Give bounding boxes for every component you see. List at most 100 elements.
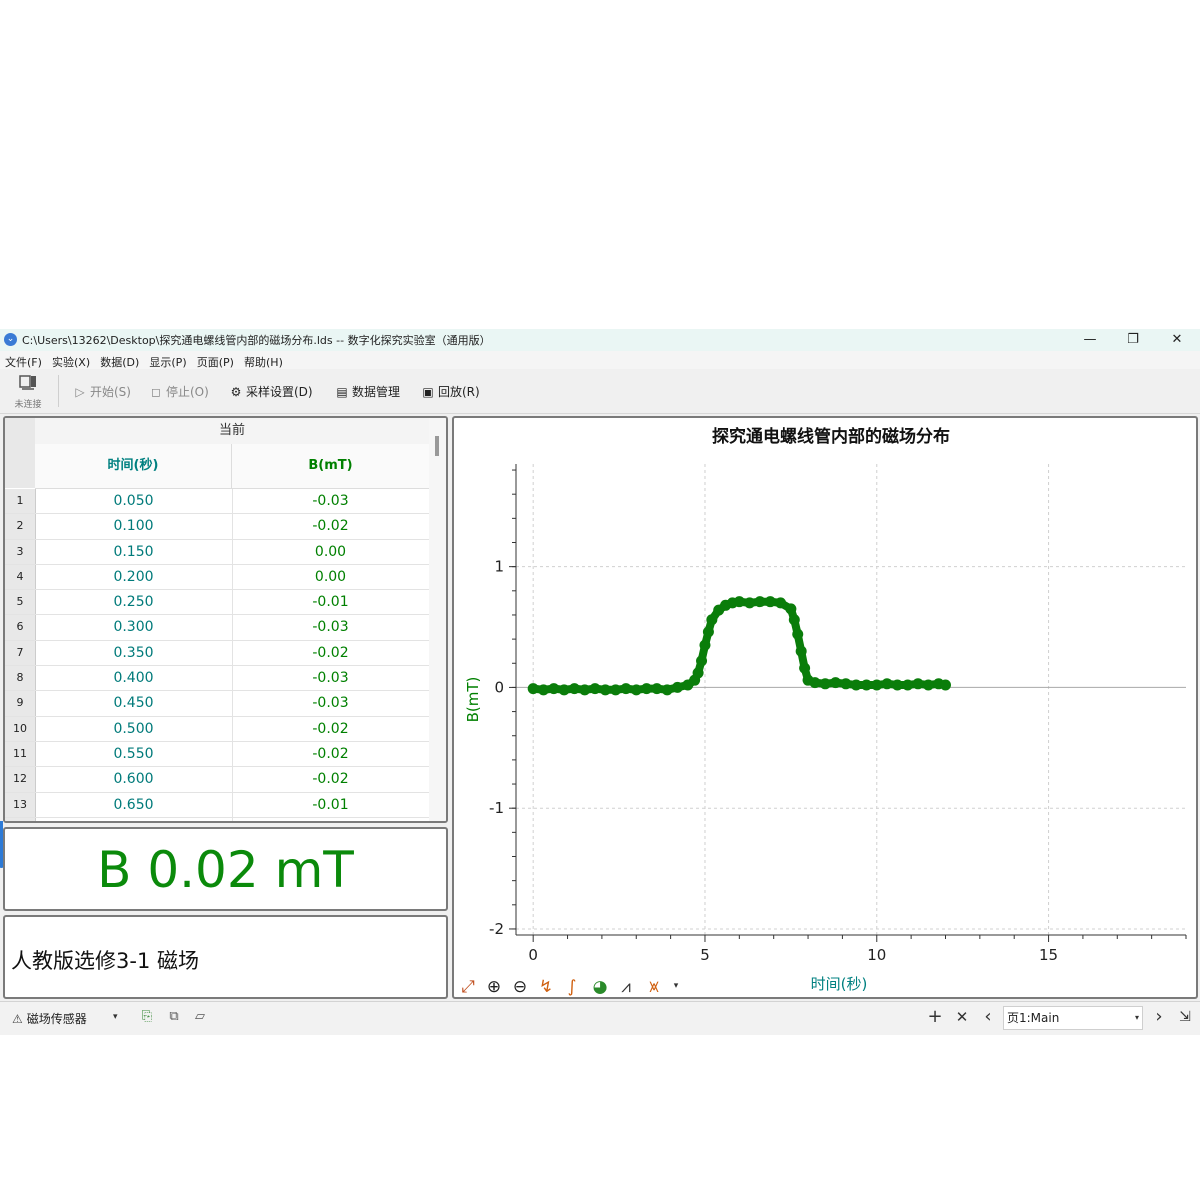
playback-button[interactable]: ▣ 回放(R) [420, 382, 479, 402]
copy-page-icon[interactable]: ⧉ [166, 1009, 182, 1025]
sensor-item[interactable]: ⚠ 磁场传感器 [12, 1010, 87, 1027]
data-point[interactable] [809, 677, 821, 689]
scrollbar-thumb[interactable] [435, 436, 439, 456]
cell-b[interactable]: -0.03 [232, 489, 429, 513]
close-button[interactable]: ✕ [1155, 329, 1199, 351]
data-point[interactable] [548, 683, 560, 695]
table-row[interactable]: 140.700-0.02 [5, 817, 429, 821]
data-point[interactable] [795, 645, 807, 657]
export-icon[interactable]: ⇲ [1176, 1009, 1194, 1025]
cell-b[interactable]: -0.03 [232, 615, 429, 639]
data-point[interactable] [850, 679, 862, 691]
data-point[interactable] [775, 597, 787, 609]
next-page-icon[interactable]: › [1150, 1006, 1168, 1027]
data-point[interactable] [860, 679, 872, 691]
data-point[interactable] [568, 683, 580, 695]
chart-svg[interactable]: 探究通电螺线管内部的磁场分布0 5 10 1510-1-2时间(秒)B(mT)⤢ ⊕ ⊖ ↯… [454, 418, 1196, 997]
table-row[interactable]: 2 0.100 -0.02 [5, 514, 429, 540]
data-point[interactable] [599, 684, 611, 696]
page-select[interactable]: 页1:Main ▾ [1003, 1006, 1143, 1030]
data-point[interactable] [630, 684, 642, 696]
data-point[interactable] [912, 678, 924, 690]
table-row[interactable]: 6 0.300 -0.03 [5, 615, 429, 641]
minimize-button[interactable]: — [1068, 329, 1112, 351]
cell-b[interactable]: -0.02 [232, 717, 429, 741]
table-row[interactable]: 13 0.650 -0.01 [5, 792, 429, 818]
data-point[interactable] [754, 596, 766, 608]
cell-b[interactable]: -0.03 [232, 666, 429, 690]
fit-icon[interactable]: ⤢ [461, 977, 475, 997]
column-header-time[interactable]: 时间(秒) [35, 444, 232, 488]
data-point[interactable] [610, 684, 622, 696]
cell-time[interactable]: 0.150 [35, 539, 233, 564]
table-row[interactable]: 5 0.250 -0.01 [5, 590, 429, 616]
peak-icon[interactable]: ⩙ [649, 977, 659, 997]
cell-b[interactable]: -0.03 [232, 691, 429, 715]
prev-page-icon[interactable]: ‹ [979, 1006, 997, 1027]
data-point[interactable] [891, 679, 903, 691]
data-point[interactable] [792, 628, 804, 640]
new-page-icon[interactable]: ⎘ [139, 1009, 155, 1025]
cell-time[interactable]: 0.650 [35, 792, 233, 817]
delete-page-icon[interactable]: ✕ [953, 1008, 971, 1026]
pie-icon[interactable]: ◕ [593, 977, 608, 997]
data-point[interactable] [661, 684, 673, 696]
stop-button[interactable]: ◻ 停止(O) [148, 382, 209, 402]
data-point[interactable] [641, 683, 653, 695]
note-text[interactable]: 人教版选修3-1 磁场 [11, 945, 199, 975]
data-point[interactable] [788, 614, 800, 626]
data-point[interactable] [589, 683, 601, 695]
start-button[interactable]: ▷ 开始(S) [72, 382, 131, 402]
data-point[interactable] [785, 603, 797, 615]
zoom-in-icon[interactable]: ⊕ [487, 977, 501, 997]
maximize-button[interactable]: ❐ [1111, 329, 1155, 351]
cell-time[interactable]: 0.200 [35, 564, 233, 590]
cell-b[interactable]: -0.02 [232, 641, 429, 665]
cell-time[interactable]: 0.250 [35, 590, 233, 615]
table-row[interactable]: 11 0.550 -0.02 [5, 741, 429, 768]
table-row[interactable]: 10 0.500 -0.02 [5, 716, 429, 742]
data-point[interactable] [620, 683, 632, 695]
table-row[interactable]: 12 0.600 -0.02 [5, 767, 429, 793]
data-point[interactable] [671, 681, 683, 693]
cell-b[interactable]: -0.02 [232, 767, 429, 791]
data-point[interactable] [922, 679, 934, 691]
table-row[interactable]: 1 0.050 -0.03 [5, 489, 429, 515]
add-page-icon[interactable]: + [926, 1006, 944, 1027]
data-point[interactable] [527, 683, 539, 695]
cell-b[interactable]: 0.00 [232, 540, 429, 564]
table-row[interactable]: 4 0.200 0.00 [5, 564, 429, 591]
data-point[interactable] [702, 626, 714, 638]
table-row[interactable]: 7 0.350 -0.02 [5, 640, 429, 667]
table-row[interactable]: 9 0.450 -0.03 [5, 691, 429, 717]
data-manage-button[interactable]: ▤ 数据管理 [334, 382, 400, 402]
tangent-icon[interactable]: ↯ [539, 977, 553, 997]
sampling-settings-button[interactable]: ⚙ 采样设置(D) [228, 382, 313, 402]
zoom-out-icon[interactable]: ⊖ [513, 977, 527, 997]
data-point[interactable] [651, 683, 663, 695]
cell-time[interactable]: 0.600 [35, 767, 233, 792]
cell-time[interactable]: 0.450 [35, 691, 233, 716]
tool-dropdown-icon[interactable]: ▾ [674, 981, 679, 991]
cell-time[interactable]: 0.100 [35, 514, 233, 539]
data-point[interactable] [744, 597, 756, 609]
data-point[interactable] [799, 662, 811, 674]
data-point[interactable] [733, 596, 745, 608]
area-icon[interactable]: ⩘ [621, 977, 631, 997]
cell-b[interactable]: -0.02 [232, 818, 429, 821]
cell-time[interactable]: 0.550 [35, 741, 233, 767]
data-point[interactable] [537, 684, 549, 696]
cell-b[interactable]: -0.01 [232, 590, 429, 614]
data-point[interactable] [558, 684, 570, 696]
table-scrollbar[interactable] [429, 418, 446, 821]
table-row[interactable]: 8 0.400 -0.03 [5, 666, 429, 692]
data-point[interactable] [881, 678, 893, 690]
cell-b[interactable]: -0.01 [232, 793, 429, 817]
column-header-b[interactable]: B(mT) [232, 444, 429, 488]
data-point[interactable] [819, 678, 831, 690]
cell-time[interactable]: 0.050 [35, 489, 233, 514]
connection-button[interactable]: 未连接 [8, 373, 48, 411]
data-point[interactable] [840, 678, 852, 690]
cell-b[interactable]: 0.00 [232, 565, 429, 589]
data-point[interactable] [706, 614, 718, 626]
